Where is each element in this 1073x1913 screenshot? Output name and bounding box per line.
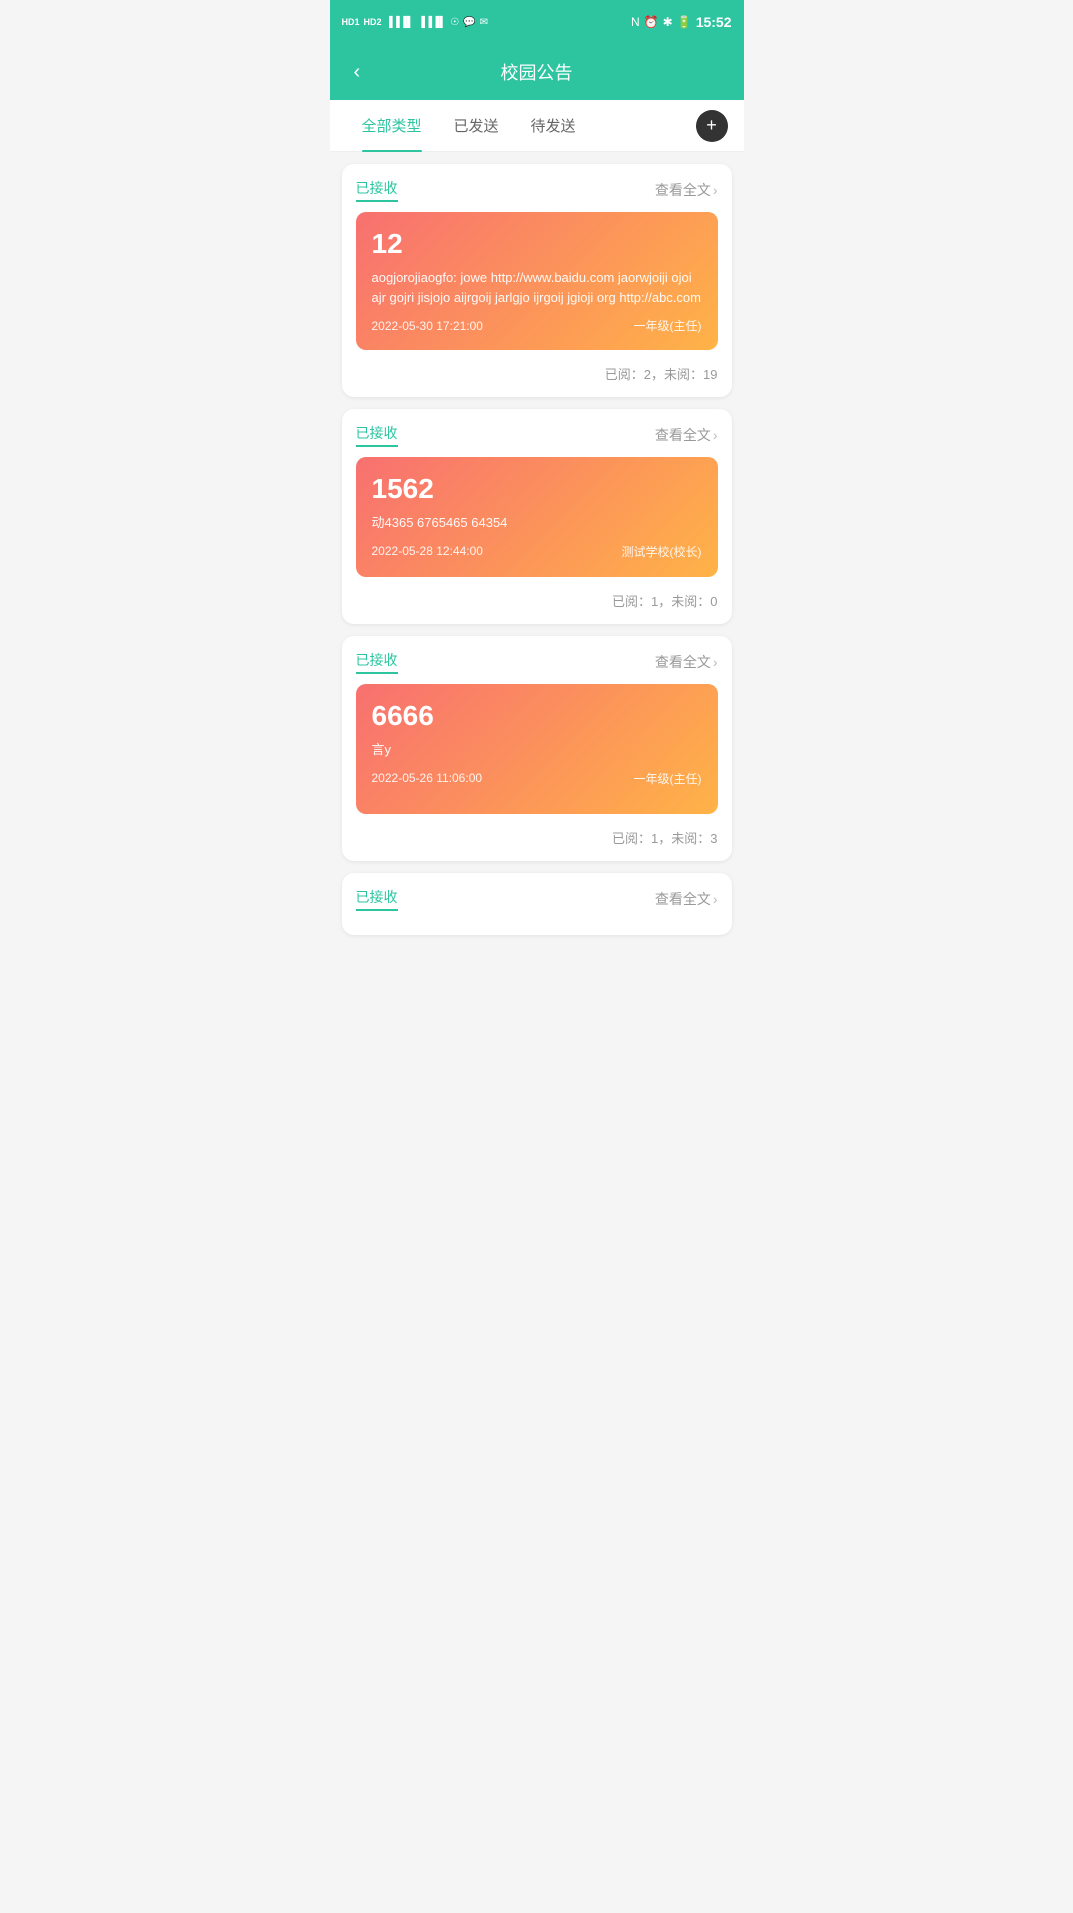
tab-all-types[interactable]: 全部类型 (346, 100, 438, 152)
tab-pending[interactable]: 待发送 (515, 100, 592, 152)
bluetooth-icon: ✱ (663, 15, 673, 29)
status-bar-right: N ⏰ ✱ 🔋 15:52 (631, 14, 731, 30)
time-display: 15:52 (696, 14, 732, 30)
status-bar: HD1 HD2 ▐▐▐▌ ▐▐▐▌ ☉ 💬 ✉ N ⏰ ✱ 🔋 15:52 (330, 0, 744, 44)
banner-content-3: 言y (372, 740, 702, 760)
view-all-button-2[interactable]: 查看全文 › (655, 425, 718, 445)
alarm-icon: ⏰ (644, 15, 659, 29)
banner-footer-2: 2022-05-28 12:44:00 测试学校(校长) (372, 543, 702, 560)
banner-number-1: 12 (372, 228, 702, 260)
chevron-right-icon-3: › (713, 654, 718, 670)
banner-number-3: 6666 (372, 700, 702, 732)
card-header-1: 已接收 查看全文 › (356, 178, 718, 202)
signal-4g2-icon: ▐▐▐▌ (418, 17, 446, 28)
signal-4g-icon: ▐▐▐▌ (386, 17, 414, 28)
hd1-icon: HD1 (342, 17, 360, 27)
hd2-icon: HD2 (364, 17, 382, 27)
page-header: ‹ 校园公告 (330, 44, 744, 100)
read-stats-2: 已阅：1，未阅：0 (356, 587, 718, 610)
chevron-right-icon-2: › (713, 427, 718, 443)
status-bar-left: HD1 HD2 ▐▐▐▌ ▐▐▐▌ ☉ 💬 ✉ (342, 17, 489, 28)
read-stats-1: 已阅：2，未阅：19 (356, 360, 718, 383)
announcement-banner-3[interactable]: 6666 言y 2022-05-26 11:06:00 一年级(主任) (356, 684, 718, 814)
announcement-card-2: 已接收 查看全文 › 1562 动4365 6765465 64354 2022… (342, 409, 732, 624)
view-all-button-3[interactable]: 查看全文 › (655, 652, 718, 672)
banner-content-2: 动4365 6765465 64354 (372, 513, 702, 533)
banner-sender-2: 测试学校(校长) (622, 543, 702, 560)
announcement-card-1: 已接收 查看全文 › 12 aogjorojiaogfo: jowe http:… (342, 164, 732, 397)
card-status-1: 已接收 (356, 178, 398, 202)
banner-footer-3: 2022-05-26 11:06:00 一年级(主任) (372, 770, 702, 787)
banner-footer-1: 2022-05-30 17:21:00 一年级(主任) (372, 317, 702, 334)
chevron-right-icon-4: › (713, 891, 718, 907)
message-icon: ✉ (480, 17, 488, 28)
card-status-3: 已接收 (356, 650, 398, 674)
card-header-3: 已接收 查看全文 › (356, 650, 718, 674)
card-status-2: 已接收 (356, 423, 398, 447)
view-all-button-4[interactable]: 查看全文 › (655, 889, 718, 909)
announcement-card-4: 已接收 查看全文 › (342, 873, 732, 935)
announcement-card-3: 已接收 查看全文 › 6666 言y 2022-05-26 11:06:00 一… (342, 636, 732, 861)
announcement-banner-1[interactable]: 12 aogjorojiaogfo: jowe http://www.baidu… (356, 212, 718, 350)
battery-icon: 🔋 (677, 15, 692, 29)
add-button[interactable]: + (696, 110, 728, 142)
card-header-4: 已接收 查看全文 › (356, 887, 718, 911)
card-header-2: 已接收 查看全文 › (356, 423, 718, 447)
announcements-list: 已接收 查看全文 › 12 aogjorojiaogfo: jowe http:… (330, 152, 744, 947)
nfc-icon: N (631, 15, 640, 29)
banner-content-1: aogjorojiaogfo: jowe http://www.baidu.co… (372, 268, 702, 307)
read-stats-3: 已阅：1，未阅：3 (356, 824, 718, 847)
view-all-button-1[interactable]: 查看全文 › (655, 180, 718, 200)
banner-date-3: 2022-05-26 11:06:00 (372, 771, 483, 785)
chevron-right-icon-1: › (713, 182, 718, 198)
page-title: 校园公告 (501, 59, 573, 85)
tabs-container: 全部类型 已发送 待发送 + (330, 100, 744, 152)
banner-date-1: 2022-05-30 17:21:00 (372, 319, 483, 333)
banner-number-2: 1562 (372, 473, 702, 505)
banner-date-2: 2022-05-28 12:44:00 (372, 544, 483, 558)
wifi-icon: ☉ (450, 17, 459, 28)
card-status-4: 已接收 (356, 887, 398, 911)
announcement-banner-2[interactable]: 1562 动4365 6765465 64354 2022-05-28 12:4… (356, 457, 718, 577)
banner-sender-1: 一年级(主任) (634, 317, 702, 334)
wechat-icon: 💬 (463, 17, 475, 28)
tab-sent[interactable]: 已发送 (438, 100, 515, 152)
banner-sender-3: 一年级(主任) (634, 770, 702, 787)
back-button[interactable]: ‹ (346, 53, 369, 92)
